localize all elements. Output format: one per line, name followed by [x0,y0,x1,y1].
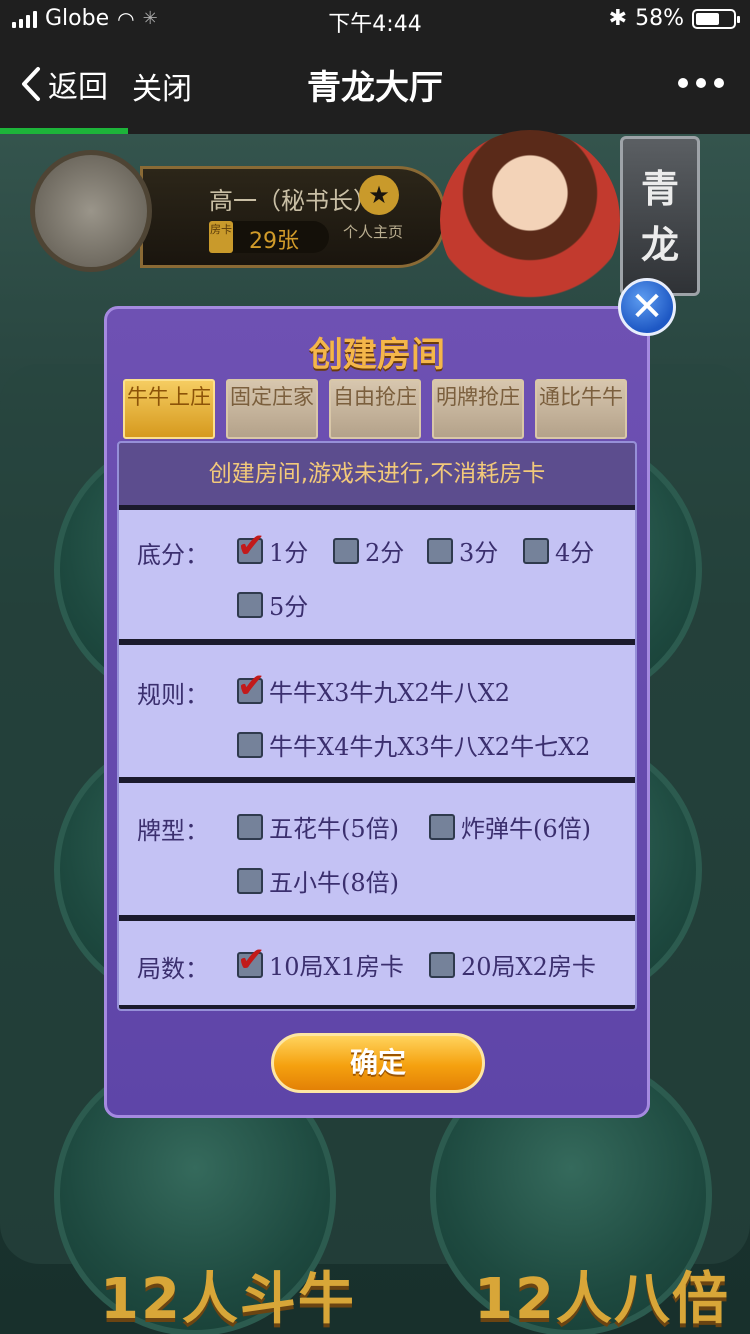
base-score-option[interactable]: 1分 [237,526,309,568]
room-card-number: 29张 [249,229,299,254]
base-score-option[interactable]: 2分 [333,533,404,568]
rounds-label: 局数： [137,955,209,983]
status-bar: Globe ◠ ✳ 下午4:44 ✱ 58% [0,0,750,40]
more-icon[interactable] [678,78,724,88]
rules-label: 规则： [137,681,209,709]
tab-tongbi-niuniu[interactable]: 通比牛牛 [535,379,627,439]
room-label: 12人斗牛 [100,1267,356,1332]
battery-icon [692,8,740,29]
room-label: 12人八倍 [474,1267,730,1332]
tab-open-card-grab-banker[interactable]: 明牌抢庄 [432,379,524,439]
nav-bar: 返回 关闭 青龙大厅 [0,40,750,128]
checkbox[interactable] [333,537,359,564]
checkbox[interactable] [237,940,266,980]
option-label: 4分 [555,539,595,567]
card-type-section: 牌型： 五花牛(5倍) 炸弹牛(6倍) 五小牛(8倍) [119,783,635,921]
rounds-option[interactable]: 20局X2房卡 [429,947,596,982]
rounds-section: 局数： 10局X1房卡 20局X2房卡 [119,921,635,1009]
card-type-label: 牌型： [137,817,209,845]
room-notice: 创建房间,游戏未进行,不消耗房卡 [119,443,635,510]
checkbox[interactable] [237,526,266,566]
room-card-count: 房卡 29张 [209,221,329,254]
option-label: 五花牛(5倍) [269,815,399,843]
rule-option[interactable]: 牛牛X3牛九X2牛八X2 [237,666,511,708]
option-label: 20局X2房卡 [461,953,596,981]
option-label: 牛牛X3牛九X2牛八X2 [269,679,511,707]
checkbox[interactable] [237,867,263,894]
rule-option[interactable]: 牛牛X4牛九X3牛八X2牛七X2 [237,727,590,762]
option-label: 牛牛X4牛九X3牛八X2牛七X2 [269,733,591,761]
rounds-option[interactable]: 10局X1房卡 [237,940,404,982]
option-label: 3分 [459,539,499,567]
rules-section: 规则： 牛牛X3牛九X2牛八X2 牛牛X4牛九X3牛八X2牛七X2 [119,645,635,783]
confirm-button[interactable]: 确定 [271,1033,485,1093]
dialog-title: 创建房间 [309,335,445,375]
checkbox[interactable] [427,537,453,564]
base-score-label: 底分： [137,541,209,569]
option-label: 2分 [365,539,405,567]
mode-tabs: 牛牛上庄 固定庄家 自由抢庄 明牌抢庄 通比牛牛 [123,379,627,439]
room-card-icon: 房卡 [209,221,233,253]
checkbox[interactable] [429,951,455,978]
options-panel: 创建房间,游戏未进行,不消耗房卡 底分： 1分 2分 3分 4分 5分 规则： … [117,441,637,1011]
option-label: 10局X1房卡 [269,953,404,981]
base-score-option[interactable]: 5分 [237,587,308,622]
option-label: 炸弹牛(6倍) [461,815,591,843]
card-type-option[interactable]: 炸弹牛(6倍) [429,809,591,844]
tab-niuniu-shangzhuang[interactable]: 牛牛上庄 [123,379,215,439]
hall-tag: 青龙 [620,136,700,296]
card-type-option[interactable]: 五小牛(8倍) [237,863,399,898]
checkbox[interactable] [237,666,266,706]
base-score-option[interactable]: 4分 [523,533,594,568]
base-score-option[interactable]: 3分 [427,533,498,568]
close-dialog-button[interactable]: ✕ [618,278,676,336]
star-icon[interactable]: ★ [359,175,399,215]
option-label: 5分 [269,593,309,621]
status-right: ✱ 58% [608,6,740,31]
tab-free-grab-banker[interactable]: 自由抢庄 [329,379,421,439]
battery-percent: 58% [635,6,684,31]
base-score-section: 底分： 1分 2分 3分 4分 5分 [119,505,635,645]
mascot-illustration [440,130,620,310]
profile-plate: 高一（秘书长） 房卡 29张 ★ 个人主页 [140,166,446,268]
bluetooth-icon: ✱ [608,6,628,31]
avatar[interactable] [30,150,152,272]
page-title: 青龙大厅 [307,68,443,108]
profile-home-label[interactable]: 个人主页 [343,221,403,242]
option-label: 1分 [269,539,309,567]
checkbox[interactable] [237,591,263,618]
card-type-option[interactable]: 五花牛(5倍) [237,809,399,844]
close-icon: ✕ [630,284,664,330]
tab-fixed-banker[interactable]: 固定庄家 [226,379,318,439]
option-label: 五小牛(8倍) [269,869,399,897]
checkbox[interactable] [523,537,549,564]
panel-bottom-border [119,1005,635,1009]
checkbox[interactable] [429,813,455,840]
user-profile[interactable]: 高一（秘书长） 房卡 29张 ★ 个人主页 [30,150,450,272]
create-room-dialog: 创建房间 牛牛上庄 固定庄家 自由抢庄 明牌抢庄 通比牛牛 创建房间,游戏未进行… [104,306,650,1118]
user-name: 高一（秘书长） [209,187,377,215]
checkbox[interactable] [237,731,263,758]
checkbox[interactable] [237,813,263,840]
